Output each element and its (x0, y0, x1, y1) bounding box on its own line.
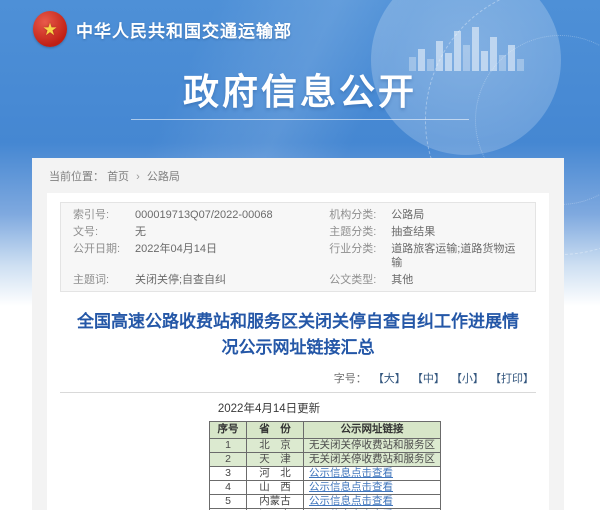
font-medium-button[interactable]: 【中】 (412, 373, 445, 385)
col-header-no: 序号 (210, 421, 247, 438)
table-row-hebei: 3 河 北 公示信息点击查看 (210, 466, 441, 480)
row-note: 无关闭关停收费站和服务区 (304, 452, 441, 466)
banner-page-title: 政府信息公开 (0, 63, 600, 115)
star-icon: ★ (42, 21, 57, 38)
row-no: 2 (210, 452, 247, 466)
table-row-neimenggu: 5 内蒙古 公示信息点击查看 (210, 494, 441, 508)
row-province: 天 津 (247, 452, 304, 466)
breadcrumb-separator: › (136, 171, 140, 183)
row-province: 北 京 (247, 438, 304, 452)
print-button[interactable]: 【打印】 (490, 373, 534, 385)
font-small-button[interactable]: 【小】 (451, 373, 484, 385)
breadcrumb-prefix: 当前位置： (49, 171, 104, 183)
banner-underline (131, 119, 469, 120)
font-size-controls: 字号： 【大】 【中】 【小】 【打印】 (60, 362, 536, 391)
national-emblem-icon: ★ (33, 11, 67, 47)
font-large-button[interactable]: 【大】 (373, 373, 406, 385)
row-province: 河 北 (247, 466, 304, 480)
page: ★ 中华人民共和国交通运输部 政府信息公开 当前位置： 首页 › 公路局 索引号… (0, 0, 600, 510)
meta-row-index-no: 索引号: 000019713Q07/2022-00068 (65, 206, 321, 223)
document-metadata-box: 索引号: 000019713Q07/2022-00068 机构分类: 公路局 文… (60, 202, 536, 292)
col-header-province: 省 份 (247, 421, 304, 438)
publicity-links-table: 序号 省 份 公示网址链接 1 北 京 无关闭关停收费站和服务区 2 天 津 无… (209, 421, 441, 510)
table-row-shanxi: 4 山 西 公示信息点击查看 (210, 480, 441, 494)
article-panel: 索引号: 000019713Q07/2022-00068 机构分类: 公路局 文… (47, 193, 549, 510)
meta-row-keywords: 主题词: 关闭关停;自查自纠 (65, 271, 321, 288)
row-no: 5 (210, 494, 247, 508)
table-row-tianjin: 2 天 津 无关闭关停收费站和服务区 (210, 452, 441, 466)
publicity-link-hebei[interactable]: 公示信息点击查看 (309, 467, 393, 479)
row-no: 1 (210, 438, 247, 452)
meta-row-doc-no: 文号: 无 (65, 223, 321, 240)
table-row-beijing: 1 北 京 无关闭关停收费站和服务区 (210, 438, 441, 452)
breadcrumb: 当前位置： 首页 › 公路局 (32, 158, 564, 193)
table-header-row: 序号 省 份 公示网址链接 (210, 421, 441, 438)
meta-row-industry-category: 行业分类: 道路旅客运输;道路货物运输 (321, 240, 531, 271)
meta-row-doc-type: 公文类型: 其他 (321, 271, 531, 288)
font-size-label: 字号： (334, 373, 367, 385)
row-province: 山 西 (247, 480, 304, 494)
breadcrumb-current-link[interactable]: 公路局 (147, 171, 180, 183)
publicity-link-neimenggu[interactable]: 公示信息点击查看 (309, 495, 393, 507)
document-title: 全国高速公路收费站和服务区关闭关停自查自纠工作进展情况公示网址链接汇总 (76, 309, 520, 362)
row-note: 无关闭关停收费站和服务区 (304, 438, 441, 452)
meta-row-topic-category: 主题分类: 抽查结果 (321, 223, 531, 240)
row-province: 内蒙古 (247, 494, 304, 508)
col-header-link: 公示网址链接 (304, 421, 441, 438)
update-date: 2022年4月14日更新 (47, 393, 507, 421)
meta-row-org-category: 机构分类: 公路局 (321, 206, 531, 223)
row-no: 4 (210, 480, 247, 494)
meta-row-publish-date: 公开日期: 2022年04月14日 (65, 240, 321, 271)
row-no: 3 (210, 466, 247, 480)
breadcrumb-home-link[interactable]: 首页 (107, 171, 129, 183)
publicity-link-shanxi[interactable]: 公示信息点击查看 (309, 481, 393, 493)
site-name: 中华人民共和国交通运输部 (76, 17, 292, 42)
content-card: 当前位置： 首页 › 公路局 索引号: 000019713Q07/2022-00… (32, 158, 564, 510)
site-logo-link[interactable]: ★ 中华人民共和国交通运输部 (33, 11, 292, 47)
